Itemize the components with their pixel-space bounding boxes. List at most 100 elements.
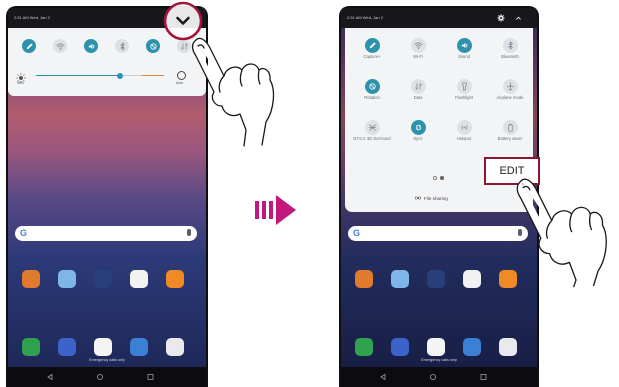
tile-label: Hotspot	[456, 136, 472, 141]
tile-label: Wi-Fi	[413, 54, 423, 59]
wifi-icon[interactable]	[410, 38, 426, 53]
capture-plus-icon[interactable]	[22, 39, 36, 53]
wifi-icon[interactable]	[53, 39, 67, 53]
home-icon[interactable]	[430, 374, 437, 380]
browser-app-icon[interactable]	[94, 338, 112, 356]
status-time-date: 2:51 AM Wed, Jan 2	[347, 15, 383, 20]
apps-drawer-icon[interactable]	[166, 338, 184, 356]
bluetooth-icon[interactable]	[115, 39, 129, 53]
status-bar: 2:51 AM Wed, Jan 2	[8, 8, 206, 28]
google-search-bar[interactable]: G	[348, 226, 528, 241]
video-app-icon[interactable]	[94, 270, 112, 288]
auto-brightness-toggle[interactable]	[177, 71, 186, 80]
sound-icon[interactable]	[84, 39, 98, 53]
page-dot[interactable]	[433, 176, 437, 180]
phone-app-icon[interactable]	[355, 338, 373, 356]
google-logo: G	[20, 228, 28, 238]
tile-sync[interactable]: Sync	[395, 120, 441, 161]
slider-fill	[36, 75, 121, 77]
screen: 2:51 AM Wed, Jan 2 Capture+ Wi-Fi Sound Blu…	[341, 8, 537, 387]
rotation-icon[interactable]	[146, 39, 160, 53]
tile-label: Sync	[413, 136, 423, 141]
slider-track-end	[142, 75, 164, 77]
tile-capture-plus[interactable]: Capture+	[349, 38, 395, 79]
tile-rotation[interactable]: Rotation	[349, 79, 395, 120]
mic-icon[interactable]	[518, 229, 522, 236]
status-time-date: 2:51 AM Wed, Jan 2	[14, 15, 50, 20]
tile-label: Flashlight	[455, 95, 473, 100]
brightness-percent: 96%	[17, 81, 25, 85]
browser-app-icon[interactable]	[427, 338, 445, 356]
messages-app-icon[interactable]	[58, 338, 76, 356]
recents-icon[interactable]	[147, 374, 154, 380]
recents-icon[interactable]	[480, 374, 487, 380]
camera-app-icon[interactable]	[130, 338, 148, 356]
sync-icon[interactable]	[410, 120, 426, 135]
phone-expanded-panel: 2:51 AM Wed, Jan 2 Capture+ Wi-Fi Sound Blu…	[339, 6, 539, 387]
tile-sound[interactable]: Sound	[441, 38, 487, 79]
apps-drawer-icon[interactable]	[499, 338, 517, 356]
edit-button[interactable]: EDIT	[484, 157, 540, 185]
camera-app-icon[interactable]	[463, 338, 481, 356]
app-folder-icon[interactable]	[499, 270, 517, 288]
file-sharing-label: File sharing	[424, 195, 448, 201]
file-sharing-icon	[415, 196, 421, 200]
home-icon[interactable]	[97, 374, 104, 380]
file-sharing-row[interactable]: File sharing	[415, 194, 448, 202]
home-apps-row	[341, 270, 537, 290]
tile-wifi[interactable]: Wi-Fi	[395, 38, 441, 79]
hotspot-icon[interactable]	[456, 120, 472, 135]
status-bar: 2:51 AM Wed, Jan 2	[341, 8, 537, 28]
dts-icon[interactable]	[364, 120, 380, 135]
flashlight-icon[interactable]	[456, 79, 472, 94]
tile-flashlight[interactable]: Flashlight	[441, 79, 487, 120]
chevron-up-icon[interactable]	[515, 15, 522, 21]
google-search-bar[interactable]: G	[15, 226, 197, 241]
tile-bluetooth[interactable]: Bluetooth	[487, 38, 533, 79]
sound-icon[interactable]	[456, 38, 472, 53]
tile-data[interactable]: Data	[395, 79, 441, 120]
brightness-control: 96% Auto	[14, 68, 200, 88]
tile-label: DTS:X 3D Surround	[353, 136, 391, 141]
navigation-bar	[341, 367, 537, 387]
slider-knob[interactable]	[117, 72, 124, 79]
settings-gear-icon[interactable]	[497, 14, 505, 22]
phone-app-icon[interactable]	[22, 338, 40, 356]
rotation-icon[interactable]	[364, 79, 380, 94]
tile-airplane[interactable]: Airplane mode	[487, 79, 533, 120]
video-app-icon[interactable]	[427, 270, 445, 288]
messages-app-icon[interactable]	[391, 338, 409, 356]
app-2-icon[interactable]	[58, 270, 76, 288]
tile-label: Sound	[457, 54, 471, 59]
app-1-icon[interactable]	[355, 270, 373, 288]
airplane-icon[interactable]	[502, 79, 518, 94]
brightness-slider[interactable]	[36, 72, 164, 79]
back-icon[interactable]	[47, 373, 53, 381]
tile-dts[interactable]: DTS:X 3D Surround	[349, 120, 395, 161]
tile-hotspot[interactable]: Hotspot	[441, 120, 487, 161]
back-icon[interactable]	[380, 373, 386, 381]
tile-battery-saver[interactable]: Battery saver	[487, 120, 533, 161]
page-dot-current[interactable]	[440, 176, 444, 180]
battery-saver-icon[interactable]	[502, 120, 518, 135]
play-store-icon[interactable]	[130, 270, 148, 288]
brightness-sun-icon	[16, 70, 26, 83]
emergency-calls-text: Emergency calls only	[421, 358, 457, 362]
tile-label: Airplane mode	[496, 95, 524, 100]
tile-label: Data	[413, 95, 423, 100]
bluetooth-icon[interactable]	[502, 38, 518, 53]
navigation-bar	[8, 367, 206, 387]
data-icon[interactable]	[410, 79, 426, 94]
page-indicator	[433, 176, 453, 182]
app-2-icon[interactable]	[391, 270, 409, 288]
mic-icon[interactable]	[187, 229, 191, 236]
tile-label: Capture+	[363, 54, 381, 59]
tile-label: Battery saver	[497, 136, 523, 141]
app-1-icon[interactable]	[22, 270, 40, 288]
app-folder-icon[interactable]	[166, 270, 184, 288]
data-icon[interactable]	[177, 39, 191, 53]
quick-tiles-row	[14, 39, 200, 55]
capture-plus-icon[interactable]	[364, 38, 380, 53]
play-store-icon[interactable]	[463, 270, 481, 288]
dock-row	[8, 338, 206, 358]
